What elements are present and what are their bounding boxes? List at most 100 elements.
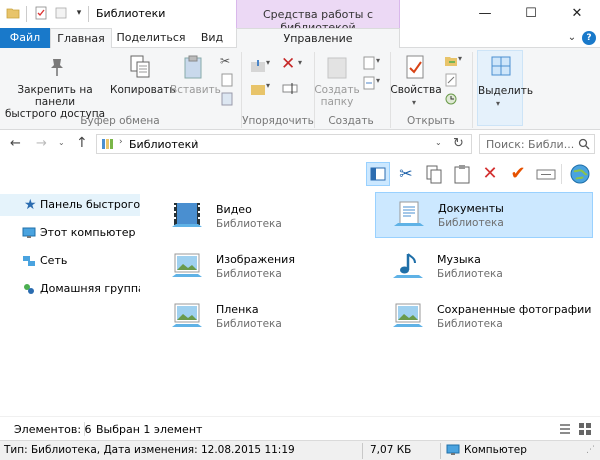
new-item-dropdown-icon[interactable]: ▾ [376, 56, 386, 65]
resize-grip-icon[interactable]: ⋰ [586, 445, 595, 455]
delete-dropdown-icon[interactable]: ▾ [298, 58, 308, 67]
library-item-images[interactable]: Изображения Библиотека [154, 244, 372, 288]
edit-icon[interactable] [444, 73, 458, 87]
camera-roll-library-icon [172, 303, 202, 327]
music-library-icon [393, 253, 423, 278]
images-library-icon [172, 253, 202, 277]
breadcrumb-separator-icon[interactable]: › [194, 137, 198, 147]
paste-icon [184, 55, 202, 79]
ribbon: Закрепить на панели быстрого доступа Коп… [0, 48, 600, 130]
paste-icon[interactable] [450, 162, 474, 186]
delete-icon[interactable]: ✕ [281, 54, 297, 74]
folder-icon [6, 8, 20, 19]
search-icon[interactable] [578, 138, 590, 150]
new-item-icon[interactable] [362, 56, 376, 70]
checkmark-icon[interactable]: ✔ [506, 162, 530, 186]
nav-item-this-pc[interactable]: Этот компьютер [0, 222, 140, 244]
copy-button[interactable]: Копировать [110, 84, 176, 96]
recent-locations-icon[interactable]: ⌄ [58, 138, 65, 147]
close-button[interactable]: ✕ [554, 0, 600, 28]
library-name: Изображения [216, 253, 295, 266]
delete-icon[interactable]: ✕ [478, 162, 502, 186]
library-item-music[interactable]: Музыка Библиотека [375, 244, 593, 288]
library-type: Библиотека [216, 218, 282, 230]
group-separator [472, 52, 473, 128]
address-dropdown-icon[interactable]: ⌄ [435, 138, 442, 147]
tab-manage[interactable]: Управление [236, 28, 400, 48]
minimize-button[interactable]: — [462, 0, 508, 28]
homegroup-icon [24, 284, 34, 294]
move-to-dropdown-icon[interactable]: ▾ [266, 58, 276, 67]
preview-pane-button[interactable] [366, 162, 390, 186]
nav-item-quick-access[interactable]: ★ Панель быстрого доступа [0, 194, 140, 216]
copy-to-icon[interactable] [250, 81, 266, 97]
nav-item-homegroup[interactable]: Домашняя группа [0, 278, 140, 300]
forward-arrow-icon[interactable]: → [36, 136, 47, 151]
up-arrow-icon[interactable]: ↑ [76, 135, 88, 151]
select-dropdown-icon: ▾ [496, 99, 501, 108]
select-icon [491, 56, 511, 76]
new-folder-button[interactable]: Создать папку [314, 84, 360, 108]
maximize-button[interactable]: ☐ [508, 0, 554, 28]
search-input[interactable]: Поиск: Библи... [479, 134, 595, 154]
computer-icon [22, 227, 36, 238]
properties-button[interactable]: Свойства [390, 84, 442, 96]
cut-icon[interactable]: ✂ [220, 54, 234, 68]
library-type: Библиотека [437, 268, 503, 280]
properties-icon[interactable] [34, 6, 48, 20]
item-count: Элементов: 6 [14, 423, 92, 436]
move-to-icon[interactable] [250, 58, 266, 74]
new-folder-big-icon [327, 57, 347, 79]
cut-icon[interactable]: ✂ [394, 162, 418, 186]
rename-icon[interactable] [282, 80, 298, 96]
tab-file[interactable]: Файл [0, 28, 50, 48]
library-item-camera-roll[interactable]: Пленка Библиотека [154, 294, 372, 338]
rename-icon[interactable] [534, 162, 558, 186]
help-icon[interactable]: ? [582, 31, 596, 45]
easy-access-icon[interactable] [362, 76, 376, 90]
computer-icon [446, 444, 460, 455]
expand-ribbon-icon[interactable]: ⌄ [565, 31, 579, 45]
nav-item-network[interactable]: Сеть [0, 250, 140, 272]
copy-path-icon[interactable] [220, 73, 234, 87]
library-name: Видео [216, 203, 252, 216]
open-icon[interactable] [444, 54, 458, 68]
address-path[interactable]: Библиотеки [129, 138, 198, 151]
details-separator [440, 443, 441, 459]
video-library-icon [172, 203, 202, 227]
pin-icon [51, 59, 63, 76]
properties-dropdown-icon[interactable]: ▾ [412, 98, 422, 107]
status-separator [84, 422, 85, 436]
selection-count: Выбран 1 элемент [96, 423, 203, 436]
select-button[interactable]: Выделить ▾ [477, 50, 533, 126]
large-icons-view-icon[interactable] [578, 422, 592, 436]
copy-to-dropdown-icon[interactable]: ▾ [266, 81, 276, 90]
library-item-documents[interactable]: Документы Библиотека [375, 192, 593, 238]
file-size: 7,07 КБ [370, 444, 412, 456]
paste-shortcut-icon[interactable] [220, 92, 234, 106]
libraries-icon [102, 139, 113, 149]
back-arrow-icon[interactable]: ← [10, 136, 21, 151]
create-group-label: Создать [328, 115, 374, 127]
globe-icon[interactable] [568, 162, 592, 186]
tab-home[interactable]: Главная [50, 28, 112, 49]
library-item-video[interactable]: Видео Библиотека [154, 194, 372, 238]
refresh-icon[interactable]: ↻ [453, 136, 464, 151]
address-bar[interactable]: › Библиотеки › ⌄ ↻ [96, 134, 472, 154]
paste-button[interactable]: Вставить [170, 84, 221, 96]
address-row: ← → ⌄ ↑ › Библиотеки › ⌄ ↻ Поиск: Библи.… [0, 130, 600, 158]
nav-label: Сеть [40, 254, 68, 267]
organize-group-label: Упорядочить [242, 115, 314, 127]
properties-big-icon [406, 55, 424, 79]
easy-access-dropdown-icon[interactable]: ▾ [376, 76, 386, 85]
customize-qat-icon[interactable]: ▾ [72, 6, 86, 20]
tab-share[interactable]: Поделиться [116, 28, 186, 48]
copy-icon [130, 55, 150, 78]
open-dropdown-icon[interactable]: ▾ [458, 54, 468, 63]
new-folder-icon[interactable] [54, 6, 68, 20]
library-item-saved-pictures[interactable]: Сохраненные фотографии Библиотека [375, 294, 593, 338]
copy-icon[interactable] [422, 162, 446, 186]
history-icon[interactable] [444, 92, 458, 106]
details-view-icon[interactable] [558, 422, 572, 436]
tab-view[interactable]: Вид [192, 28, 232, 48]
